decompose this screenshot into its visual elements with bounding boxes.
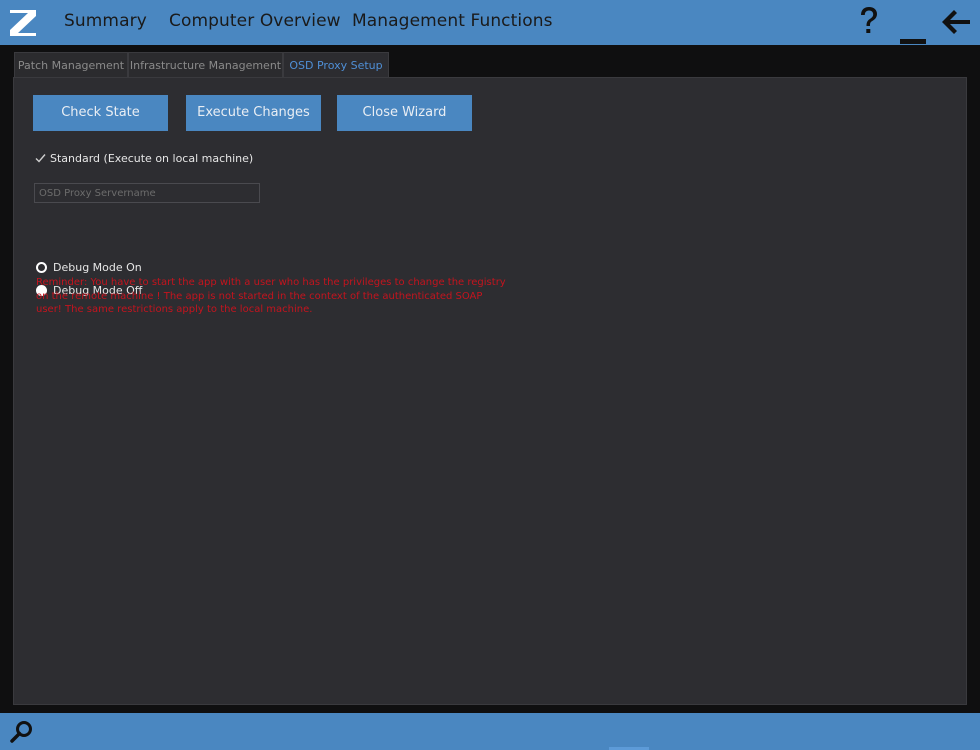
- question-mark-icon[interactable]: [857, 6, 881, 42]
- nav-management-functions[interactable]: Management Functions: [352, 11, 553, 31]
- execute-changes-button[interactable]: Execute Changes: [186, 95, 321, 131]
- debug-mode-on-radio[interactable]: Debug Mode On: [36, 260, 142, 276]
- tab-patch-management[interactable]: Patch Management: [14, 52, 128, 77]
- content-area: Patch Management Infrastructure Manageme…: [0, 45, 980, 713]
- top-navigation-bar: Summary Computer Overview Management Fun…: [0, 0, 980, 45]
- nav-computer-overview[interactable]: Computer Overview: [169, 11, 341, 31]
- debug-mode-on-label: Debug Mode On: [53, 261, 142, 274]
- standard-checkbox-label: Standard (Execute on local machine): [50, 152, 254, 165]
- nav-summary[interactable]: Summary: [64, 11, 147, 31]
- back-arrow-icon[interactable]: [942, 10, 970, 38]
- osd-proxy-servername-input[interactable]: [34, 183, 260, 203]
- reminder-warning-text: Reminder: You have to start the app with…: [36, 277, 506, 315]
- osd-proxy-setup-panel: Check State Execute Changes Close Wizard…: [13, 77, 967, 705]
- tab-infrastructure-management[interactable]: Infrastructure Management: [128, 52, 283, 77]
- search-icon[interactable]: [10, 720, 34, 748]
- standard-checkbox-row[interactable]: Standard (Execute on local machine): [35, 151, 253, 167]
- app-logo-icon: [8, 8, 38, 38]
- bottom-status-bar: [0, 713, 980, 750]
- checkbox-checked-icon[interactable]: [35, 153, 46, 164]
- close-wizard-button[interactable]: Close Wizard: [337, 95, 472, 131]
- check-state-button[interactable]: Check State: [33, 95, 168, 131]
- radio-unselected-icon[interactable]: [36, 262, 47, 273]
- tab-osd-proxy-setup[interactable]: OSD Proxy Setup: [283, 52, 389, 78]
